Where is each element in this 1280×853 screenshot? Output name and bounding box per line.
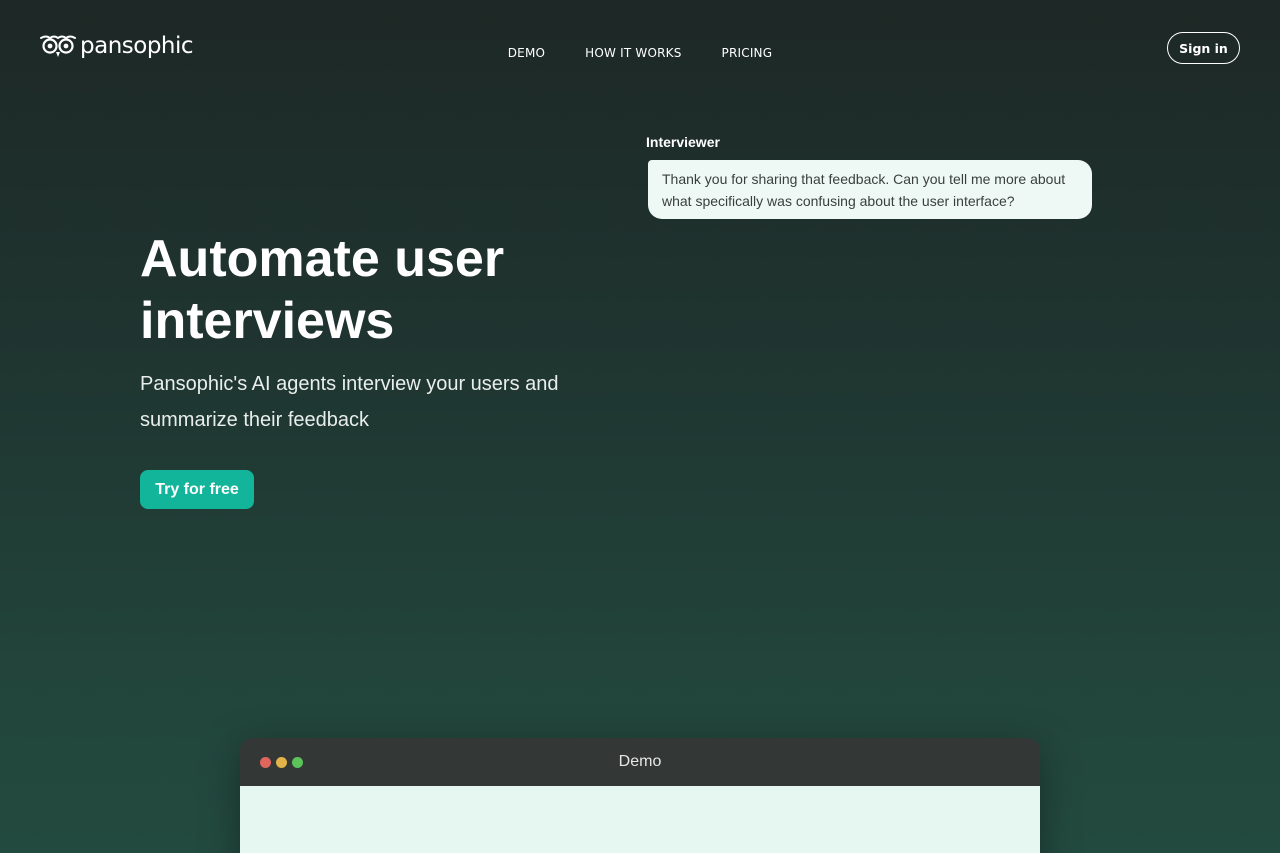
hero-title: Automate user interviews [140,230,505,350]
chat-message-bubble: Thank you for sharing that feedback. Can… [648,160,1092,219]
main-nav: DEMO HOW IT WORKS PRICING [0,46,1280,60]
hero-subtitle: Pansophic's AI agents interview your use… [140,373,559,431]
chat-speaker-label: Interviewer [646,134,720,150]
nav-item-pricing[interactable]: PRICING [722,46,773,60]
demo-window-title: Demo [618,753,662,770]
nav-item-how-it-works[interactable]: HOW IT WORKS [585,46,681,60]
demo-window-titlebar: Demo [240,738,1040,786]
try-for-free-button[interactable]: Try for free [140,470,254,509]
demo-window-body[interactable] [240,786,1040,853]
sign-in-button[interactable]: Sign in [1167,32,1240,64]
demo-window: Demo [240,738,1040,853]
site-header: pansophic DEMO HOW IT WORKS PRICING Sign… [0,0,1280,100]
nav-item-demo[interactable]: DEMO [508,46,545,60]
